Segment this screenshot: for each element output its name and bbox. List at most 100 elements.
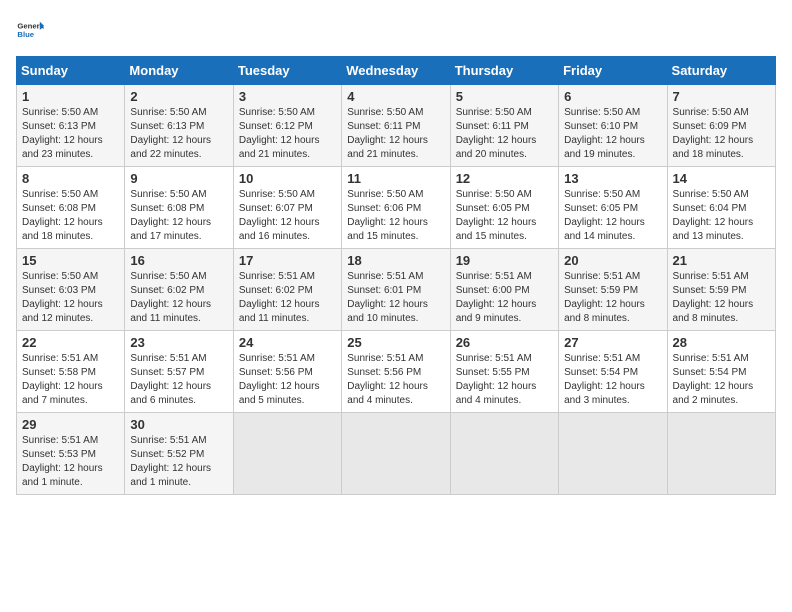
day-info: Sunrise: 5:50 AMSunset: 6:09 PMDaylight:… [673,106,770,162]
day-number: 1 [22,89,119,104]
day-info: Sunrise: 5:50 AMSunset: 6:08 PMDaylight:… [130,188,227,244]
calendar-cell: 27 Sunrise: 5:51 AMSunset: 5:54 PMDayligh… [559,331,667,413]
calendar-cell: 14 Sunrise: 5:50 AMSunset: 6:04 PMDayligh… [667,167,775,249]
day-info: Sunrise: 5:50 AMSunset: 6:07 PMDaylight:… [239,188,336,244]
day-number: 6 [564,89,661,104]
day-number: 28 [673,335,770,350]
day-info: Sunrise: 5:51 AMSunset: 5:55 PMDaylight:… [456,352,553,408]
day-info: Sunrise: 5:51 AMSunset: 5:54 PMDaylight:… [673,352,770,408]
day-info: Sunrise: 5:51 AMSunset: 6:02 PMDaylight:… [239,270,336,326]
calendar-cell: 10 Sunrise: 5:50 AMSunset: 6:07 PMDayligh… [233,167,341,249]
day-header-thursday: Thursday [450,57,558,85]
day-number: 29 [22,417,119,432]
day-info: Sunrise: 5:50 AMSunset: 6:08 PMDaylight:… [22,188,119,244]
calendar-cell: 19 Sunrise: 5:51 AMSunset: 6:00 PMDayligh… [450,249,558,331]
day-header-wednesday: Wednesday [342,57,450,85]
day-number: 14 [673,171,770,186]
calendar-cell: 23 Sunrise: 5:51 AMSunset: 5:57 PMDayligh… [125,331,233,413]
day-info: Sunrise: 5:51 AMSunset: 5:53 PMDaylight:… [22,434,119,490]
calendar-cell: 22Sunrise: 5:51 AMSunset: 5:58 PMDayligh… [17,331,125,413]
day-info: Sunrise: 5:50 AMSunset: 6:12 PMDaylight:… [239,106,336,162]
day-number: 18 [347,253,444,268]
day-info: Sunrise: 5:50 AMSunset: 6:13 PMDaylight:… [130,106,227,162]
calendar-week-2: 8 Sunrise: 5:50 AMSunset: 6:08 PMDaylight… [17,167,776,249]
calendar-cell: 20 Sunrise: 5:51 AMSunset: 5:59 PMDayligh… [559,249,667,331]
calendar-cell [559,413,667,495]
day-header-friday: Friday [559,57,667,85]
day-info: Sunrise: 5:51 AMSunset: 6:01 PMDaylight:… [347,270,444,326]
day-info: Sunrise: 5:51 AMSunset: 5:52 PMDaylight:… [130,434,227,490]
day-number: 21 [673,253,770,268]
day-number: 13 [564,171,661,186]
calendar-cell: 26 Sunrise: 5:51 AMSunset: 5:55 PMDayligh… [450,331,558,413]
calendar-body: 1 Sunrise: 5:50 AMSunset: 6:13 PMDaylight… [17,85,776,495]
calendar-cell: 11 Sunrise: 5:50 AMSunset: 6:06 PMDayligh… [342,167,450,249]
day-info: Sunrise: 5:50 AMSunset: 6:10 PMDaylight:… [564,106,661,162]
day-number: 19 [456,253,553,268]
day-header-tuesday: Tuesday [233,57,341,85]
day-number: 2 [130,89,227,104]
day-number: 24 [239,335,336,350]
calendar-cell [450,413,558,495]
logo: General Blue [16,16,48,44]
day-info: Sunrise: 5:50 AMSunset: 6:05 PMDaylight:… [564,188,661,244]
day-number: 11 [347,171,444,186]
day-info: Sunrise: 5:51 AMSunset: 5:57 PMDaylight:… [130,352,227,408]
day-number: 8 [22,171,119,186]
calendar-cell: 30 Sunrise: 5:51 AMSunset: 5:52 PMDayligh… [125,413,233,495]
calendar-cell: 3 Sunrise: 5:50 AMSunset: 6:12 PMDaylight… [233,85,341,167]
calendar-week-1: 1 Sunrise: 5:50 AMSunset: 6:13 PMDaylight… [17,85,776,167]
calendar-cell: 25Sunrise: 5:51 AMSunset: 5:56 PMDayligh… [342,331,450,413]
calendar-cell: 4 Sunrise: 5:50 AMSunset: 6:11 PMDaylight… [342,85,450,167]
day-number: 23 [130,335,227,350]
calendar-header-row: SundayMondayTuesdayWednesdayThursdayFrid… [17,57,776,85]
calendar-cell: 18 Sunrise: 5:51 AMSunset: 6:01 PMDayligh… [342,249,450,331]
calendar-cell: 1 Sunrise: 5:50 AMSunset: 6:13 PMDaylight… [17,85,125,167]
day-number: 27 [564,335,661,350]
day-number: 26 [456,335,553,350]
logo-icon: General Blue [16,16,44,44]
day-number: 4 [347,89,444,104]
day-info: Sunrise: 5:50 AMSunset: 6:13 PMDaylight:… [22,106,119,162]
day-info: Sunrise: 5:50 AMSunset: 6:11 PMDaylight:… [456,106,553,162]
day-info: Sunrise: 5:51 AMSunset: 5:54 PMDaylight:… [564,352,661,408]
day-info: Sunrise: 5:51 AMSunset: 5:56 PMDaylight:… [239,352,336,408]
calendar-week-5: 29 Sunrise: 5:51 AMSunset: 5:53 PMDayligh… [17,413,776,495]
day-number: 3 [239,89,336,104]
calendar-table: SundayMondayTuesdayWednesdayThursdayFrid… [16,56,776,495]
day-number: 7 [673,89,770,104]
calendar-cell [667,413,775,495]
day-info: Sunrise: 5:50 AMSunset: 6:06 PMDaylight:… [347,188,444,244]
day-info: Sunrise: 5:51 AMSunset: 5:59 PMDaylight:… [564,270,661,326]
calendar-cell: 17Sunrise: 5:51 AMSunset: 6:02 PMDayligh… [233,249,341,331]
day-number: 10 [239,171,336,186]
day-number: 16 [130,253,227,268]
calendar-cell: 6 Sunrise: 5:50 AMSunset: 6:10 PMDaylight… [559,85,667,167]
calendar-cell: 28 Sunrise: 5:51 AMSunset: 5:54 PMDayligh… [667,331,775,413]
calendar-week-4: 22Sunrise: 5:51 AMSunset: 5:58 PMDayligh… [17,331,776,413]
day-number: 20 [564,253,661,268]
calendar-cell: 2 Sunrise: 5:50 AMSunset: 6:13 PMDaylight… [125,85,233,167]
day-info: Sunrise: 5:50 AMSunset: 6:11 PMDaylight:… [347,106,444,162]
calendar-cell [342,413,450,495]
calendar-cell: 21 Sunrise: 5:51 AMSunset: 5:59 PMDayligh… [667,249,775,331]
day-number: 30 [130,417,227,432]
day-info: Sunrise: 5:51 AMSunset: 5:59 PMDaylight:… [673,270,770,326]
day-number: 25 [347,335,444,350]
day-info: Sunrise: 5:50 AMSunset: 6:04 PMDaylight:… [673,188,770,244]
calendar-cell: 9Sunrise: 5:50 AMSunset: 6:08 PMDaylight… [125,167,233,249]
calendar-cell: 5 Sunrise: 5:50 AMSunset: 6:11 PMDaylight… [450,85,558,167]
day-number: 15 [22,253,119,268]
calendar-cell: 7 Sunrise: 5:50 AMSunset: 6:09 PMDaylight… [667,85,775,167]
day-info: Sunrise: 5:51 AMSunset: 6:00 PMDaylight:… [456,270,553,326]
day-info: Sunrise: 5:50 AMSunset: 6:05 PMDaylight:… [456,188,553,244]
calendar-cell [233,413,341,495]
svg-text:Blue: Blue [17,30,34,39]
day-info: Sunrise: 5:51 AMSunset: 5:58 PMDaylight:… [22,352,119,408]
calendar-week-3: 15Sunrise: 5:50 AMSunset: 6:03 PMDayligh… [17,249,776,331]
day-number: 5 [456,89,553,104]
calendar-cell: 24 Sunrise: 5:51 AMSunset: 5:56 PMDayligh… [233,331,341,413]
day-number: 12 [456,171,553,186]
day-header-monday: Monday [125,57,233,85]
calendar-cell: 16Sunrise: 5:50 AMSunset: 6:02 PMDayligh… [125,249,233,331]
